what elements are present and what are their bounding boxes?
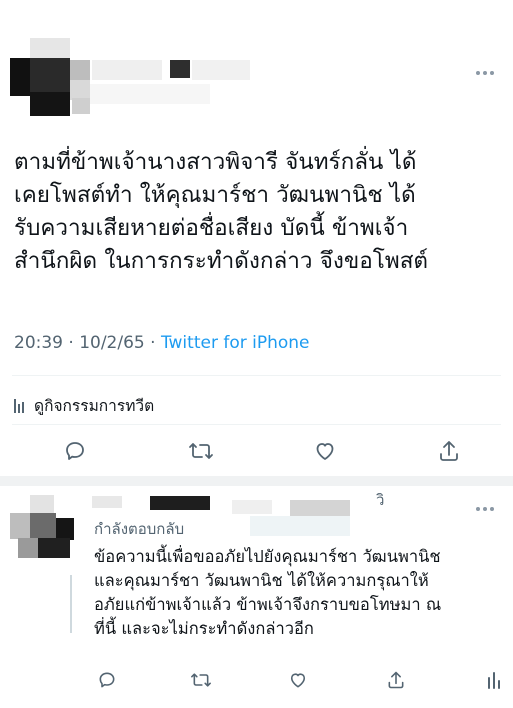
tweet-timestamp: 20:39 · 10/2/65 · (14, 333, 161, 353)
reply-author-name: วิ (376, 491, 385, 509)
retweet-button[interactable] (186, 436, 216, 466)
more-options-button[interactable] (475, 498, 495, 516)
tweet-text-line: สำนึกผิด ในการกระทำดังกล่าว จึงขอโพสต์ (14, 248, 429, 274)
tweet-text-line: ตามที่ข้าพเจ้านางสาวพิจารี จันทร์กลั่น ไ… (14, 149, 417, 175)
retweet-icon (191, 673, 211, 687)
analytics-icon (14, 398, 24, 413)
reply-text-line: อภัยแก่ข้าพเจ้าแล้ว ข้าพเจ้าจึงกราบขอโทษ… (94, 595, 442, 614)
divider (12, 424, 501, 425)
retweet-button[interactable] (188, 668, 214, 692)
more-horizontal-icon (476, 71, 494, 75)
reply-button[interactable] (60, 436, 90, 466)
retweet-icon (189, 443, 213, 459)
analytics-button[interactable] (482, 668, 506, 692)
tweet-text-line: เคยโพสต์ทำ ให้คุณมาร์ชา วัฒนพานิช ได้ (14, 182, 416, 208)
replying-to-label: กำลังตอบกลับ (94, 520, 185, 538)
thread-line (70, 575, 72, 633)
share-button[interactable] (384, 668, 408, 692)
like-button[interactable] (310, 436, 340, 466)
reply-icon (99, 672, 115, 688)
reply-text-line: ที่นี้ และจะไม่กระทำดังกล่าวอีก (94, 619, 314, 638)
like-icon (290, 673, 306, 688)
tweet-activity-label: ดูกิจกรรมการทวีต (34, 397, 155, 415)
like-icon (316, 443, 334, 460)
reply-button[interactable] (95, 668, 119, 692)
share-icon (388, 671, 404, 689)
main-tweet: ตามที่ข้าพเจ้านางสาวพิจารี จันทร์กลั่น ไ… (0, 0, 513, 478)
reply-text-line: และคุณมาร์ชา วัฒนพานิช ได้ให้ความกรุณาให… (94, 571, 429, 590)
like-button[interactable] (286, 668, 310, 692)
tweet-source-link[interactable]: Twitter for iPhone (161, 333, 310, 353)
tweet-text: ตามที่ข้าพเจ้านางสาวพิจารี จันทร์กลั่น ไ… (14, 146, 504, 278)
more-options-button[interactable] (475, 62, 495, 80)
reply-icon (66, 442, 84, 460)
tweet-metadata: 20:39 · 10/2/65 · Twitter for iPhone (14, 333, 310, 353)
reply-text: ข้อความนี้เพื่อขออภัยไปยังคุณมาร์ชา วัฒน… (94, 545, 504, 641)
view-tweet-activity-link[interactable]: ดูกิจกรรมการทวีต (14, 393, 154, 418)
reply-text-line: ข้อความนี้เพื่อขออภัยไปยังคุณมาร์ชา วัฒน… (94, 547, 441, 566)
divider (12, 375, 501, 376)
share-icon (440, 441, 458, 461)
share-button[interactable] (434, 436, 464, 466)
more-horizontal-icon (476, 507, 494, 511)
tweet-text-line: รับความเสียหายต่อชื่อเสียง บัดนี้ ข้าพเจ… (14, 215, 409, 241)
analytics-icon (488, 672, 500, 689)
